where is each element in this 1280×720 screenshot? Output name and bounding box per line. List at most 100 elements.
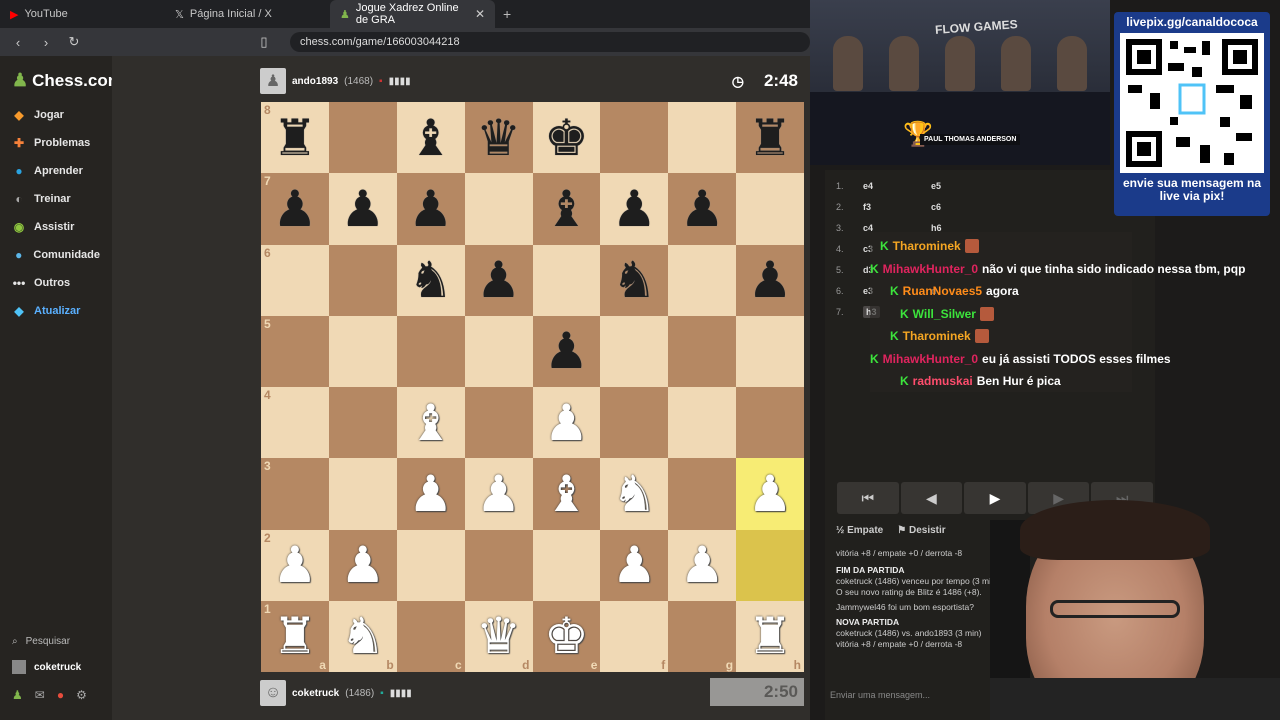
square-c8[interactable]: ♝: [396, 102, 465, 174]
square-e6[interactable]: [532, 244, 601, 316]
top-player-name[interactable]: ando1893: [292, 76, 338, 87]
white-knight-icon[interactable]: ♞: [612, 469, 657, 519]
white-pawn-icon[interactable]: ♟: [544, 398, 589, 448]
square-c7[interactable]: ♟: [396, 173, 465, 245]
white-move[interactable]: f3: [863, 202, 931, 212]
sidebar-item-puzzles[interactable]: ✚ Problemas: [0, 129, 112, 157]
bell-icon[interactable]: ●: [57, 688, 64, 702]
black-pawn-icon[interactable]: ♟: [273, 184, 318, 234]
prev-move-button[interactable]: ◀: [900, 482, 963, 514]
white-bishop-icon[interactable]: ♝: [408, 398, 453, 448]
url-field[interactable]: chess.com/game/166003044218: [290, 32, 810, 52]
square-e1[interactable]: e ♚: [532, 600, 601, 672]
black-move[interactable]: c6: [931, 202, 991, 212]
black-rook-icon[interactable]: ♜: [273, 113, 318, 163]
square-g5[interactable]: [668, 315, 737, 387]
black-pawn-icon[interactable]: ♟: [544, 326, 589, 376]
reload-icon[interactable]: ↻: [66, 34, 82, 50]
square-g1[interactable]: g: [668, 600, 737, 672]
white-pawn-icon[interactable]: ♟: [273, 540, 318, 590]
white-bishop-icon[interactable]: ♝: [544, 469, 589, 519]
sidebar-item-watch[interactable]: ◉ Assistir: [0, 213, 112, 241]
black-pawn-icon[interactable]: ♟: [680, 184, 725, 234]
square-a6[interactable]: 6: [261, 244, 329, 316]
top-player-avatar[interactable]: ♟: [260, 68, 286, 94]
square-c2[interactable]: [396, 529, 465, 601]
black-bishop-icon[interactable]: ♝: [408, 113, 453, 163]
square-c4[interactable]: ♝: [396, 387, 465, 459]
first-move-button[interactable]: ⏮: [837, 482, 899, 514]
black-king-icon[interactable]: ♚: [544, 113, 589, 163]
chesscom-logo[interactable]: ♟ Chess.com: [0, 56, 123, 101]
square-f1[interactable]: f: [600, 600, 669, 672]
square-h1[interactable]: h ♜: [736, 600, 804, 672]
white-pawn-icon[interactable]: ♟: [680, 540, 725, 590]
square-h8[interactable]: ♜: [736, 102, 804, 174]
square-a8[interactable]: 8 ♜: [261, 102, 329, 174]
square-d1[interactable]: d ♛: [464, 600, 533, 672]
square-g8[interactable]: [668, 102, 737, 174]
square-c6[interactable]: ♞: [396, 244, 465, 316]
bookmark-icon[interactable]: ▯: [256, 34, 272, 50]
square-c3[interactable]: ♟: [396, 458, 465, 530]
black-move[interactable]: e5: [931, 181, 991, 191]
white-pawn-icon[interactable]: ♟: [748, 469, 793, 519]
square-e5[interactable]: ♟: [532, 315, 601, 387]
square-d4[interactable]: [464, 387, 533, 459]
chess-board[interactable]: 8 ♜ ♝ ♛ ♚ ♜ 7 ♟ ♟ ♟ ♝ ♟ ♟ 6 ♞ ♟ ♞ ♟ 5 ♟ 4 ♝ ♟ 3 ♟ ♟ ♝ ♞ ♟ 2 ♟ ♟ ♟ ♟ 1 a ♜ b ♞ c…: [261, 102, 804, 672]
bottom-player-avatar[interactable]: ☺: [260, 680, 286, 706]
black-knight-icon[interactable]: ♞: [408, 255, 453, 305]
square-h2[interactable]: [736, 529, 804, 601]
square-h5[interactable]: [736, 315, 804, 387]
square-f7[interactable]: ♟: [600, 173, 669, 245]
square-d5[interactable]: [464, 315, 533, 387]
black-knight-icon[interactable]: ♞: [612, 255, 657, 305]
square-a5[interactable]: 5: [261, 315, 329, 387]
new-tab-button[interactable]: +: [495, 6, 519, 22]
black-pawn-icon[interactable]: ♟: [612, 184, 657, 234]
tab-chess[interactable]: ♟ Jogue Xadrez Online de GRA ✕: [330, 0, 495, 28]
square-d6[interactable]: ♟: [464, 244, 533, 316]
black-move[interactable]: h6: [931, 223, 991, 233]
sidebar-user[interactable]: coketruck: [0, 654, 112, 680]
black-pawn-icon[interactable]: ♟: [408, 184, 453, 234]
gear-icon[interactable]: ⚙: [76, 688, 87, 702]
sidebar-item-train[interactable]: ◐ Treinar: [0, 185, 112, 213]
back-icon[interactable]: ‹: [10, 35, 26, 50]
white-pawn-icon[interactable]: ♟: [612, 540, 657, 590]
square-h6[interactable]: ♟: [736, 244, 804, 316]
sidebar-item-more[interactable]: ••• Outros: [0, 269, 112, 297]
tab-youtube[interactable]: ▶ YouTube: [0, 0, 165, 28]
square-d8[interactable]: ♛: [464, 102, 533, 174]
square-f2[interactable]: ♟: [600, 529, 669, 601]
black-queen-icon[interactable]: ♛: [476, 113, 521, 163]
black-rook-icon[interactable]: ♜: [748, 113, 793, 163]
square-b6[interactable]: [328, 244, 397, 316]
sidebar-item-learn[interactable]: ● Aprender: [0, 157, 112, 185]
white-move[interactable]: e4: [863, 181, 931, 191]
square-a1[interactable]: 1 a ♜: [261, 600, 329, 672]
square-b1[interactable]: b ♞: [328, 600, 397, 672]
square-a7[interactable]: 7 ♟: [261, 173, 329, 245]
tab-x[interactable]: 𝕏 Página Inicial / X: [165, 0, 330, 28]
sidebar-search[interactable]: ⌕ Pesquisar: [0, 628, 112, 654]
chat-input[interactable]: Enviar uma mensagem...: [825, 683, 1015, 709]
square-f8[interactable]: [600, 102, 669, 174]
sidebar-item-upgrade[interactable]: ◆ Atualizar: [0, 297, 112, 325]
black-pawn-icon[interactable]: ♟: [340, 184, 385, 234]
sidebar-item-community[interactable]: ● Comunidade: [0, 241, 112, 269]
square-b3[interactable]: [328, 458, 397, 530]
square-b4[interactable]: [328, 387, 397, 459]
white-rook-icon[interactable]: ♜: [748, 611, 793, 661]
square-h4[interactable]: [736, 387, 804, 459]
square-g2[interactable]: ♟: [668, 529, 737, 601]
square-e7[interactable]: ♝: [532, 173, 601, 245]
square-g3[interactable]: [668, 458, 737, 530]
white-pawn-icon[interactable]: ♟: [408, 469, 453, 519]
square-g4[interactable]: [668, 387, 737, 459]
square-h7[interactable]: [736, 173, 804, 245]
white-king-icon[interactable]: ♚: [544, 611, 589, 661]
square-d2[interactable]: [464, 529, 533, 601]
square-a2[interactable]: 2 ♟: [261, 529, 329, 601]
black-bishop-icon[interactable]: ♝: [544, 184, 589, 234]
